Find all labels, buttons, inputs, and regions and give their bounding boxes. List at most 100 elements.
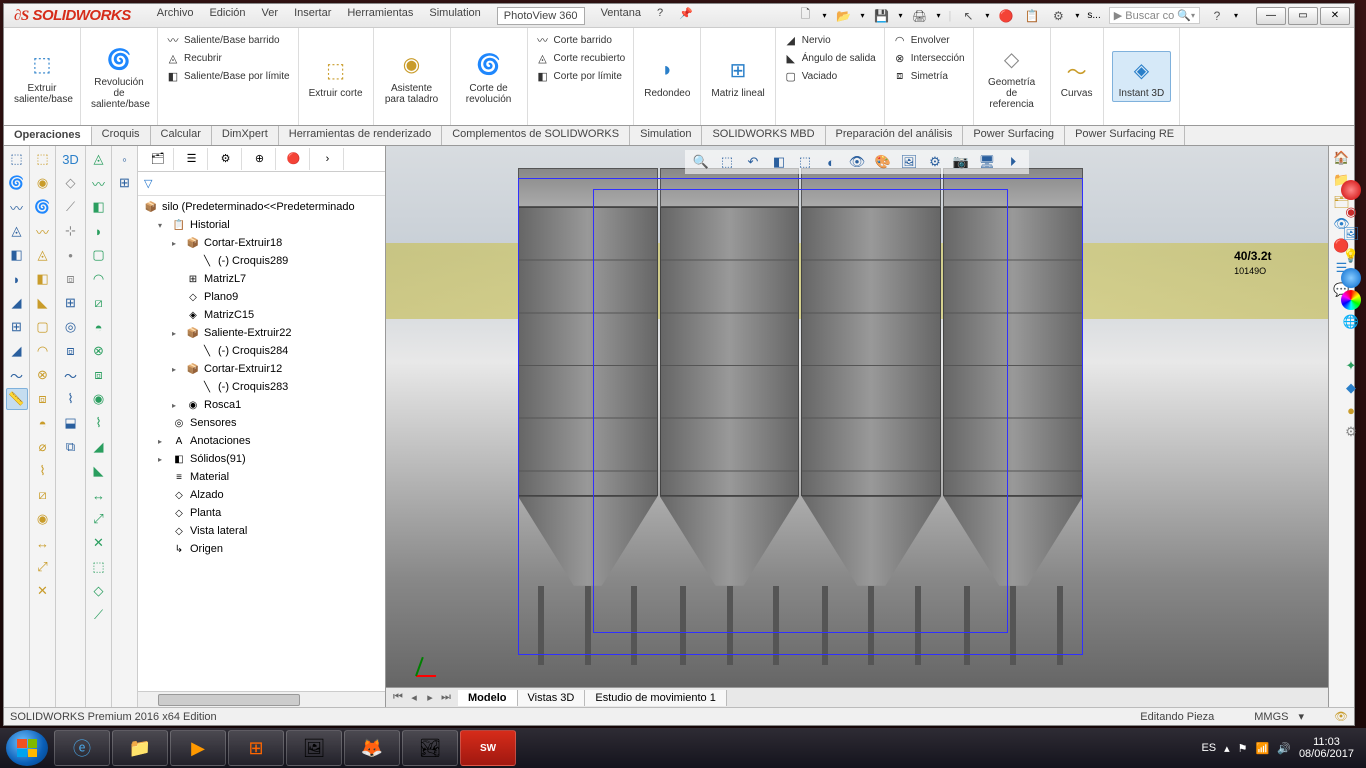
tool-cutrev-icon[interactable]: 🌀 [32, 196, 54, 218]
tree-item[interactable]: ▸📦Cortar-Extruir12 [138, 360, 385, 378]
tool-delete-icon[interactable]: ✕ [32, 580, 54, 602]
tree-item[interactable]: ╲(-) Croquis283 [138, 378, 385, 396]
tool-surf10-icon[interactable]: ⧈ [88, 364, 110, 386]
outer-tool2-icon[interactable]: ◆ [1341, 378, 1361, 398]
tree-item[interactable]: ◇Vista lateral [138, 522, 385, 540]
tree-item[interactable]: ◎Sensores [138, 414, 385, 432]
dropdown-icon[interactable]: ▾ [860, 11, 864, 20]
tool-axis-icon[interactable]: ⟋ [60, 196, 82, 218]
outer-settings-icon[interactable] [1341, 268, 1361, 288]
tool-sweep-icon[interactable]: 〰 [6, 196, 28, 218]
tool-surf20-icon[interactable]: ⟋ [88, 604, 110, 626]
outer-appearance-icon[interactable] [1341, 180, 1361, 200]
tab-power-surfacing[interactable]: Power Surfacing [963, 126, 1065, 145]
screen-icon[interactable]: 🖥 [977, 152, 997, 172]
tree-item[interactable]: ↳Origen [138, 540, 385, 558]
tool-combine-icon[interactable]: ◉ [32, 508, 54, 530]
outer-lights-icon[interactable]: 💡 [1341, 246, 1361, 266]
tool-surf3-icon[interactable]: ◧ [88, 196, 110, 218]
extrude-boss-button[interactable]: ⬚Extruir saliente/base [12, 47, 72, 107]
tool-dome-icon[interactable]: ◓ [32, 412, 54, 434]
tool-wrap-icon[interactable]: ◠ [32, 340, 54, 362]
expand-icon[interactable]: ▸ [158, 437, 168, 446]
tree-item[interactable]: ▸◉Rosca1 [138, 396, 385, 414]
outer-tool4-icon[interactable]: ⚙ [1341, 422, 1361, 442]
outer-globe-icon[interactable]: 🌐 [1341, 312, 1361, 332]
tool-comp-icon[interactable]: ⧉ [60, 436, 82, 458]
expand-tab-icon[interactable]: › [312, 148, 344, 170]
menu-archivo[interactable]: Archivo [157, 7, 194, 25]
tab-next-icon[interactable]: ▸ [422, 691, 438, 704]
dropdown-icon[interactable]: ▾ [822, 11, 826, 20]
status-units[interactable]: MMGS [1254, 711, 1288, 723]
save-icon[interactable]: 💾 [872, 8, 890, 24]
tool-surf14-icon[interactable]: ◣ [88, 460, 110, 482]
tray-lang[interactable]: ES [1201, 742, 1216, 754]
tool-surf7-icon[interactable]: ⧄ [88, 292, 110, 314]
tool-surf2-icon[interactable]: 〰 [88, 172, 110, 194]
tool-rib-icon[interactable]: ◢ [6, 340, 28, 362]
tool-measure-icon[interactable]: 📏 [6, 388, 28, 410]
shell-button[interactable]: ▢Vaciado [782, 68, 839, 84]
swept-cut-button[interactable]: 〰Corte barrido [534, 32, 614, 48]
render-icon[interactable]: 📷 [951, 152, 971, 172]
tab-last-icon[interactable]: ⏭ [438, 691, 454, 704]
expand-icon[interactable]: ▸ [172, 329, 182, 338]
display-style-icon[interactable]: ◐ [821, 152, 841, 172]
tab-prep-analisis[interactable]: Preparación del análisis [826, 126, 964, 145]
tab-dimxpert[interactable]: DimXpert [212, 126, 279, 145]
expand-icon[interactable]: ▸ [158, 455, 168, 464]
new-doc-icon[interactable]: 🗋 [796, 8, 814, 24]
outer-palette-icon[interactable] [1341, 290, 1361, 310]
tree-item[interactable]: ≡Material [138, 468, 385, 486]
tool-cutloft-icon[interactable]: ◬ [32, 244, 54, 266]
open-icon[interactable]: 📂 [834, 8, 852, 24]
tray-clock[interactable]: 11:0308/06/2017 [1299, 736, 1360, 760]
outer-tool1-icon[interactable]: ✦ [1341, 356, 1361, 376]
revolve-boss-button[interactable]: 🌀Revolución de saliente/base [89, 41, 149, 112]
curves-button[interactable]: 〜Curvas [1059, 52, 1095, 101]
revolved-cut-button[interactable]: 🌀Corte de revolución [459, 47, 519, 107]
fillet-button[interactable]: ◗Redondeo [642, 52, 692, 101]
outer-scene-icon[interactable]: 🖼 [1341, 224, 1361, 244]
task-solidworks[interactable]: SW [460, 730, 516, 766]
minimize-button[interactable]: — [1256, 7, 1286, 25]
task-mediaplayer[interactable]: ▶ [170, 730, 226, 766]
outer-tool3-icon[interactable]: ● [1341, 400, 1361, 420]
tool-draft-icon[interactable]: ◣ [32, 292, 54, 314]
boundary-cut-button[interactable]: ◧Corte por límite [534, 68, 624, 84]
tool-surf13-icon[interactable]: ◢ [88, 436, 110, 458]
zoom-fit-icon[interactable]: 🔍 [691, 152, 711, 172]
menu-simulation[interactable]: Simulation [429, 7, 480, 25]
tool-cutsweep-icon[interactable]: 〰 [32, 220, 54, 242]
mirror-button[interactable]: ⧈Simetría [891, 68, 950, 84]
tool-circpattern-icon[interactable]: ◎ [60, 316, 82, 338]
filter-icon[interactable]: ▽ [144, 177, 152, 190]
tree-item[interactable]: ▸📦Saliente-Extruir22 [138, 324, 385, 342]
hide-show-icon[interactable]: 👁 [847, 152, 867, 172]
tab-operaciones[interactable]: Operaciones [4, 126, 92, 145]
tool-3d-icon[interactable]: 3D [60, 148, 82, 170]
task-office[interactable]: ⊞ [228, 730, 284, 766]
help-icon[interactable]: ? [1208, 8, 1226, 24]
instant3d-button[interactable]: ◈Instant 3D [1112, 51, 1172, 102]
tray-expand-icon[interactable]: ▴ [1224, 742, 1230, 755]
tool-mirror-icon[interactable]: ⧈ [32, 388, 54, 410]
tool-surf9-icon[interactable]: ⊗ [88, 340, 110, 362]
tool-surf15-icon[interactable]: ↔ [88, 484, 110, 506]
start-button[interactable] [6, 730, 48, 766]
tray-volume-icon[interactable]: 🔊 [1277, 742, 1291, 755]
view-orientation-icon[interactable]: ⬚ [795, 152, 815, 172]
tool-surf16-icon[interactable]: ⤢ [88, 508, 110, 530]
tree-item[interactable]: ◇Planta [138, 504, 385, 522]
tray-network-icon[interactable]: 📶 [1256, 742, 1270, 755]
lofted-cut-button[interactable]: ◬Corte recubierto [534, 50, 628, 66]
tool-surf6-icon[interactable]: ◠ [88, 268, 110, 290]
tab-mbd[interactable]: SOLIDWORKS MBD [702, 126, 825, 145]
tool-mate-icon[interactable]: ⧈ [60, 268, 82, 290]
tool-leftrail-2[interactable]: ⊞ [114, 172, 136, 194]
tool-surf5-icon[interactable]: ▢ [88, 244, 110, 266]
tab-prev-icon[interactable]: ◂ [406, 691, 422, 704]
tool-proj-icon[interactable]: ⬓ [60, 412, 82, 434]
print-icon[interactable]: 🖨 [911, 8, 929, 24]
